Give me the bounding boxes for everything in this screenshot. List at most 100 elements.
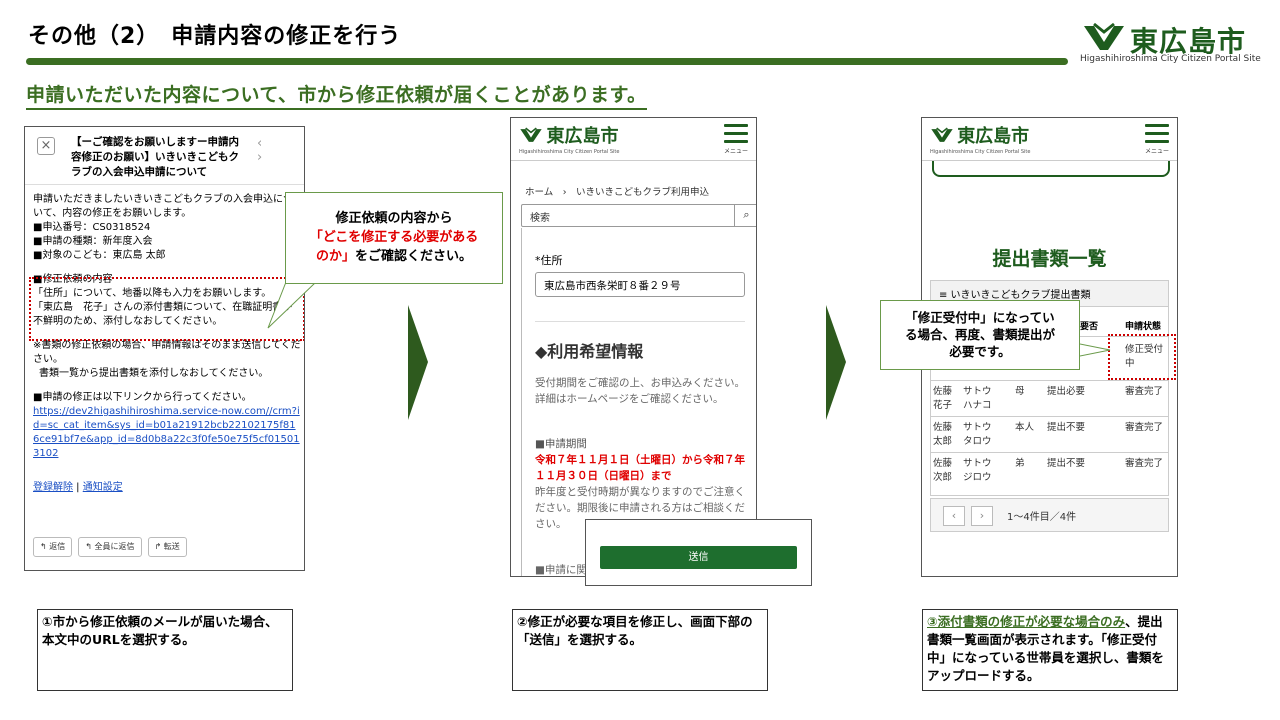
callout-check-request: 修正依頼の内容から 「どこを修正する必要がある のか」をご確認ください。 — [285, 192, 503, 284]
send-button[interactable]: 送信 — [600, 546, 797, 569]
menu-label: メニュー — [724, 148, 749, 155]
portal-logo: 東広島市 Higashihiroshima City Citizen Porta… — [930, 122, 1030, 155]
email-child: ■対象のこども：東広島 太郎 — [33, 250, 166, 261]
logo-subtext: Higashihiroshima City Citizen Portal Sit… — [1080, 54, 1261, 64]
menu-button[interactable]: メニュー — [724, 124, 748, 155]
step-arrow-icon — [408, 305, 428, 420]
row-kana: サトウタロウ — [963, 422, 992, 447]
table-row[interactable]: 佐藤次郎 サトウジロウ 弟 提出不要 審査完了 — [931, 453, 1168, 489]
email-link-intro: ■申請の修正は以下リンクから行ってください。 — [33, 392, 252, 403]
caption-step-3: ③添付書類の修正が必要な場合のみ、提出書類一覧画面が表示されます。「修正受付中」… — [922, 609, 1178, 691]
callout-line-3-rest: をご確認ください。 — [355, 249, 473, 264]
callout3-line-1: 「修正受付中」になってい — [905, 310, 1055, 325]
address-field[interactable]: 東広島市西条栄町８番２９号 — [535, 272, 745, 297]
prev-page-icon[interactable]: ‹ — [943, 506, 965, 526]
row-need: 提出必要 — [1047, 386, 1086, 397]
row-relation: 弟 — [1015, 458, 1025, 469]
row-status: 審査完了 — [1125, 422, 1164, 433]
portal-logo-text: 東広島市 — [546, 126, 619, 147]
row-kana: サトウハナコ — [963, 386, 992, 411]
portal-logo-sub: Higashihiroshima City Citizen Portal Sit… — [519, 149, 620, 155]
menu-label: メニュー — [1145, 148, 1170, 155]
caption-step-2: ②修正が必要な項目を修正し、画面下部の「送信」を選択する。 — [512, 609, 768, 691]
table-row[interactable]: 佐藤太郎 サトウタロウ 本人 提出不要 審査完了 — [931, 417, 1168, 453]
email-body: 申請いただきましたいきいきこどもクラブの入会申込について、内容の修正をお願いしま… — [33, 193, 301, 495]
portal-logo-text: 東広島市 — [957, 126, 1030, 147]
section-heading: ◆利用希望情報 — [535, 342, 644, 361]
row-need: 提出不要 — [1047, 458, 1086, 469]
send-button-zoom: 送信 — [585, 519, 812, 586]
period-label: ■申請期間 — [535, 438, 587, 450]
search-placeholder: 検索 — [530, 213, 550, 224]
divider — [535, 321, 745, 322]
portal-logo-sub: Higashihiroshima City Citizen Portal Sit… — [930, 149, 1031, 155]
callout-line-3: のか」 — [315, 249, 355, 264]
city-logo: 東広島市 Higashihiroshima City Citizen Porta… — [1080, 20, 1270, 70]
col-status: 申請状態 — [1125, 322, 1162, 332]
step-arrow-icon — [826, 305, 846, 420]
callout-line-2: 「どこを修正する必要がある — [309, 230, 479, 245]
row-status: 審査完了 — [1125, 458, 1164, 469]
reply-button[interactable]: ↰ 返信 — [33, 537, 73, 557]
email-note-1: ※書類の修正依頼の場合、申請情報はそのまま送信してください。 — [33, 340, 301, 365]
reply-all-button[interactable]: ↰ 全員に返信 — [78, 537, 142, 557]
city-emblem-icon — [520, 127, 542, 142]
title-underline — [26, 58, 1068, 65]
record-count: 1〜4件目／4件 — [1007, 512, 1077, 523]
pagination: ‹ › 1〜4件目／4件 — [930, 498, 1169, 532]
section-text: 受付期間をご確認の上、お申込みください。詳細はホームページをご確認ください。 — [535, 377, 745, 405]
callout3-line-3: 必要です。 — [949, 344, 1011, 359]
forward-button[interactable]: ↱ 転送 — [147, 537, 187, 557]
close-icon[interactable]: × — [37, 137, 55, 155]
portal-header: 東広島市 Higashihiroshima City Citizen Porta… — [922, 118, 1177, 161]
row-status: 審査完了 — [1125, 386, 1164, 397]
card-bottom — [932, 161, 1170, 177]
email-intro: 申請いただきましたいきいきこどもクラブの入会申込について、内容の修正をお願いしま… — [33, 194, 293, 219]
application-note-label: ■申請に関 — [535, 564, 587, 576]
email-subject: 【ーご確認をお願いしますー申請内容修正のお願い】いきいきこどもクラブの入会申込申… — [71, 136, 239, 178]
page-title: 提出書類一覧 — [992, 248, 1107, 270]
city-emblem-icon — [931, 127, 953, 142]
form-screenshot: 東広島市 Higashihiroshima City Citizen Porta… — [510, 117, 757, 577]
row-relation: 本人 — [1015, 422, 1035, 433]
row-relation: 母 — [1015, 386, 1025, 397]
email-header: × 【ーご確認をお願いしますー申請内容修正のお願い】いきいきこどもクラブの入会申… — [25, 127, 304, 185]
email-note-2: 書類一覧から提出書類を添付しなおしてください。 — [39, 368, 269, 379]
search-icon[interactable]: ⌕ — [734, 205, 756, 226]
email-actions: ↰ 返信 ↰ 全員に返信 ↱ 転送 — [33, 537, 187, 557]
highlight-box-request — [29, 277, 304, 341]
slide-subtitle: 申請いただいた内容について、市から修正依頼が届くことがあります。 — [26, 80, 647, 110]
row-name: 佐藤次郎 — [933, 458, 953, 483]
highlight-box-status — [1108, 334, 1176, 380]
hamburger-icon — [1145, 124, 1169, 127]
callout-pointer — [267, 281, 318, 329]
row-name: 佐藤太郎 — [933, 422, 953, 447]
email-nav-arrows-icon[interactable]: ‹ › — [257, 137, 304, 165]
callout-line-1: 修正依頼の内容から — [335, 211, 453, 226]
row-kana: サトウジロウ — [963, 458, 992, 483]
next-page-icon[interactable]: › — [971, 506, 993, 526]
callout-resubmit: 「修正受付中」になってい る場合、再度、書類提出が 必要です。 — [880, 300, 1080, 370]
portal-logo: 東広島市 Higashihiroshima City Citizen Porta… — [519, 122, 619, 155]
period-text: 令和７年１１月１日（土曜日）から令和７年１１月３０日（日曜日）まで — [535, 454, 745, 482]
search-input[interactable]: 検索 ⌕ — [521, 204, 756, 227]
email-fix-link[interactable]: https://dev2higashihiroshima.service-now… — [33, 405, 301, 461]
hamburger-icon — [724, 124, 748, 127]
email-app-type: ■申請の種類：新年度入会 — [33, 236, 153, 247]
link-separator: | — [73, 482, 83, 493]
slide-title: その他（2） 申請内容の修正を行う — [28, 24, 402, 49]
email-app-no: ■申込番号：CS0318524 — [33, 222, 151, 233]
address-label: *住所 — [535, 254, 563, 267]
unsubscribe-link[interactable]: 登録解除 — [33, 482, 73, 493]
city-emblem-icon — [1084, 22, 1124, 50]
callout3-line-2: る場合、再度、書類提出が — [904, 327, 1055, 342]
notify-settings-link[interactable]: 通知設定 — [83, 482, 123, 493]
caption-step-1: ①市から修正依頼のメールが届いた場合、本文中のURLを選択する。 — [37, 609, 293, 691]
breadcrumb[interactable]: ホーム › いきいきこどもクラブ利用申込 — [525, 184, 709, 198]
menu-button[interactable]: メニュー — [1145, 124, 1169, 155]
caption-step-3-emphasis: ③添付書類の修正が必要な場合のみ — [927, 614, 1126, 629]
portal-header: 東広島市 Higashihiroshima City Citizen Porta… — [511, 118, 756, 161]
row-need: 提出不要 — [1047, 422, 1086, 433]
email-screenshot: × 【ーご確認をお願いしますー申請内容修正のお願い】いきいきこどもクラブの入会申… — [24, 126, 305, 571]
table-row[interactable]: 佐藤花子 サトウハナコ 母 提出必要 審査完了 — [931, 381, 1168, 417]
